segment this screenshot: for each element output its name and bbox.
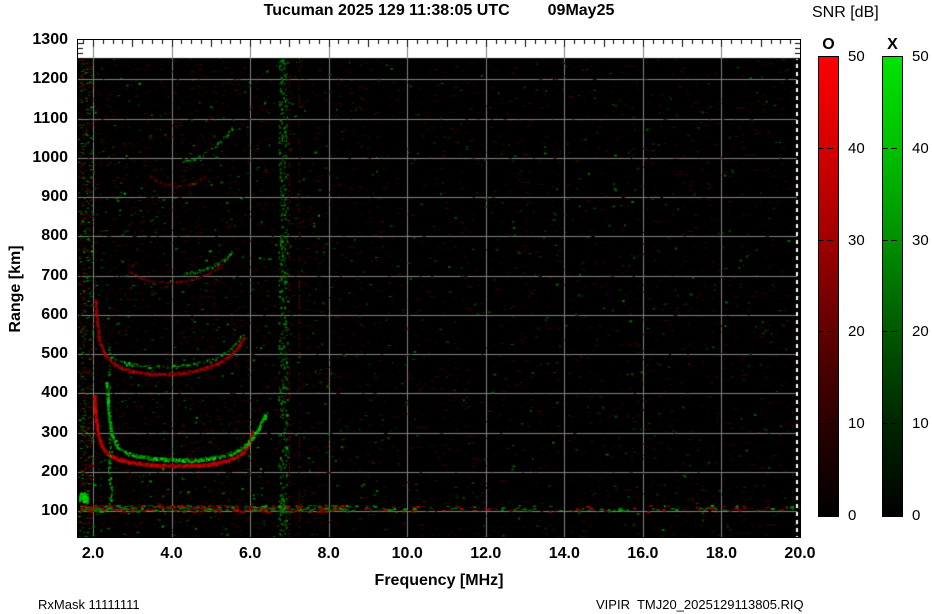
colorbar-tick-label: 40 (912, 139, 929, 157)
colorbar-tick-mark (827, 148, 833, 149)
colorbar-tick-label: 50 (848, 48, 865, 65)
colorbar-tick-label: 30 (912, 231, 929, 249)
y-axis-tick-label: 300 (41, 423, 68, 441)
y-axis-tick-label: 100 (41, 502, 68, 520)
x-axis-tick-label: 4.0 (160, 545, 183, 562)
y-axis-tick-label: 1000 (32, 148, 68, 166)
colorbar-tick-label: 0 (848, 507, 857, 524)
colorbar-tick-mark (819, 331, 824, 332)
x-axis-tick-label: 10.0 (391, 545, 423, 562)
y-axis-tick-label: 200 (41, 462, 68, 480)
x-mode-label: X (887, 36, 898, 53)
ionogram-plot-frame (77, 39, 801, 538)
ionogram-canvas (78, 40, 800, 537)
rxmask-label: RxMask 11111111 (38, 597, 140, 612)
colorbar-tick-mark (883, 331, 888, 332)
x-axis-tick-label: 18.0 (705, 545, 737, 562)
date-label: 09May25 (547, 2, 615, 19)
ionogram-app: Tucuman 2025 129 11:38:05 UTC 09May25 SNR… (0, 0, 932, 614)
y-axis-tick-label: 800 (41, 227, 68, 245)
colorbar-tick-mark (883, 240, 888, 241)
x-axis-title: Frequency [MHz] (374, 572, 504, 589)
x-axis-tick-label: 2.0 (81, 545, 105, 562)
y-axis-tick-label: 1100 (33, 109, 68, 127)
station-time-label: Tucuman 2025 129 11:38:05 UTC (263, 2, 510, 19)
colorbar-tick-mark (883, 148, 888, 149)
y-axis-tick-label: 900 (41, 188, 68, 206)
colorbar-tick-label: 10 (848, 415, 865, 433)
x-axis-tick-label: 12.0 (470, 545, 502, 562)
y-axis-tick-label: 500 (41, 345, 68, 363)
colorbar-tick-mark (891, 240, 897, 241)
colorbar-o (818, 56, 839, 517)
y-axis-tick-label: 600 (41, 305, 68, 323)
colorbar-tick-mark (883, 423, 888, 424)
colorbar-tick-mark (891, 423, 897, 424)
colorbar-tick-mark (891, 148, 897, 149)
colorbar-tick-mark (827, 423, 833, 424)
x-axis-tick-label: 20.0 (784, 545, 816, 562)
colorbar-tick-mark (819, 148, 824, 149)
colorbar-tick-label: 50 (912, 48, 929, 65)
colorbar-tick-mark (891, 331, 897, 332)
x-axis-tick-label: 8.0 (317, 545, 340, 562)
colorbar-tick-label: 30 (848, 231, 865, 249)
x-axis-tick-label: 6.0 (238, 545, 262, 562)
colorbar-tick-mark (827, 240, 833, 241)
colorbar-tick-label: 20 (912, 323, 929, 341)
y-axis-title: Range [km] (7, 245, 24, 333)
colorbar-tick-label: 20 (848, 323, 865, 341)
y-axis-tick-label: 700 (41, 266, 68, 284)
data-filename-label: VIPIR TMJ20_2025129113805.RIQ (596, 597, 804, 612)
page-title: Tucuman 2025 129 11:38:05 UTC 09May25 (78, 2, 800, 20)
colorbar-tick-mark (827, 331, 833, 332)
y-axis-tick-label: 1300 (32, 31, 68, 48)
snr-colorbar-title: SNR [dB] (812, 4, 879, 21)
colorbar-tick-mark (819, 240, 824, 241)
colorbar-tick-label: 0 (912, 507, 921, 524)
colorbar-tick-mark (819, 423, 824, 424)
colorbar-x (882, 56, 903, 517)
colorbar-tick-label: 40 (848, 139, 865, 157)
x-axis-tick-label: 14.0 (548, 545, 580, 562)
y-axis-tick-label: 1200 (32, 70, 68, 88)
y-axis-tick-label: 400 (41, 384, 68, 402)
x-axis-tick-label: 16.0 (627, 545, 659, 562)
colorbar-tick-label: 10 (912, 415, 929, 433)
o-mode-label: O (822, 36, 835, 53)
